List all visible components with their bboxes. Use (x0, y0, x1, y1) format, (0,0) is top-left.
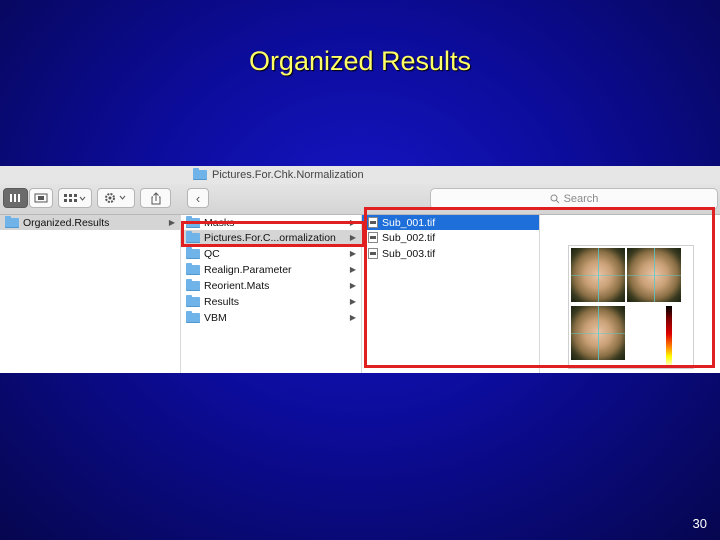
item-label: Realign.Parameter (204, 263, 292, 276)
column-1-item[interactable]: Organized.Results ▶ (0, 215, 180, 230)
chevron-right-icon: ▶ (349, 265, 356, 274)
highlight-box-files (364, 207, 715, 368)
column-view-button[interactable] (3, 188, 28, 208)
column-1: Organized.Results ▶ (0, 215, 181, 373)
cover-flow-icon (34, 193, 48, 203)
chevron-left-icon: ‹ (195, 190, 201, 206)
slide-number: 30 (692, 516, 707, 531)
share-button[interactable] (140, 188, 171, 208)
search-placeholder: Search (563, 193, 599, 205)
folder-icon (186, 278, 200, 291)
column-2-item-realign[interactable]: Realign.Parameter ▶ (181, 262, 361, 277)
item-label: QC (204, 247, 220, 260)
item-label: Results (204, 295, 240, 308)
cover-flow-view-button[interactable] (29, 188, 53, 208)
folder-icon (186, 246, 200, 259)
column-2-item-vbm[interactable]: VBM ▶ (181, 310, 361, 325)
search-icon (550, 194, 559, 204)
folder-icon (186, 294, 200, 307)
column-2-item-reorient[interactable]: Reorient.Mats ▶ (181, 278, 361, 293)
item-label: VBM (204, 311, 227, 324)
highlight-box-folder (181, 221, 365, 247)
gear-icon (105, 193, 126, 203)
item-label: Organized.Results (23, 216, 110, 229)
share-icon (151, 191, 160, 204)
folder-icon (193, 168, 207, 180)
item-label: Reorient.Mats (204, 279, 270, 292)
column-2-item-qc[interactable]: QC ▶ (181, 246, 361, 261)
column-2-item-results[interactable]: Results ▶ (181, 294, 361, 309)
folder-icon (186, 262, 200, 275)
chevron-right-icon: ▶ (349, 281, 356, 290)
slide-title: Organized Results (248, 46, 472, 76)
window-title: Pictures.For.Chk.Normalization (212, 169, 364, 181)
chevron-right-icon: ▶ (168, 218, 175, 227)
column-view-icon (9, 194, 20, 202)
folder-icon (186, 310, 200, 323)
chevron-right-icon: ▶ (349, 249, 356, 258)
action-button[interactable] (97, 188, 135, 208)
group-grid-icon (64, 194, 86, 202)
chevron-right-icon: ▶ (349, 297, 356, 306)
chevron-right-icon: ▶ (349, 313, 356, 322)
back-button[interactable]: ‹ (187, 188, 209, 208)
title-bar: Pictures.For.Chk.Normalization (0, 166, 720, 184)
folder-icon (5, 215, 19, 228)
group-button[interactable] (58, 188, 92, 208)
